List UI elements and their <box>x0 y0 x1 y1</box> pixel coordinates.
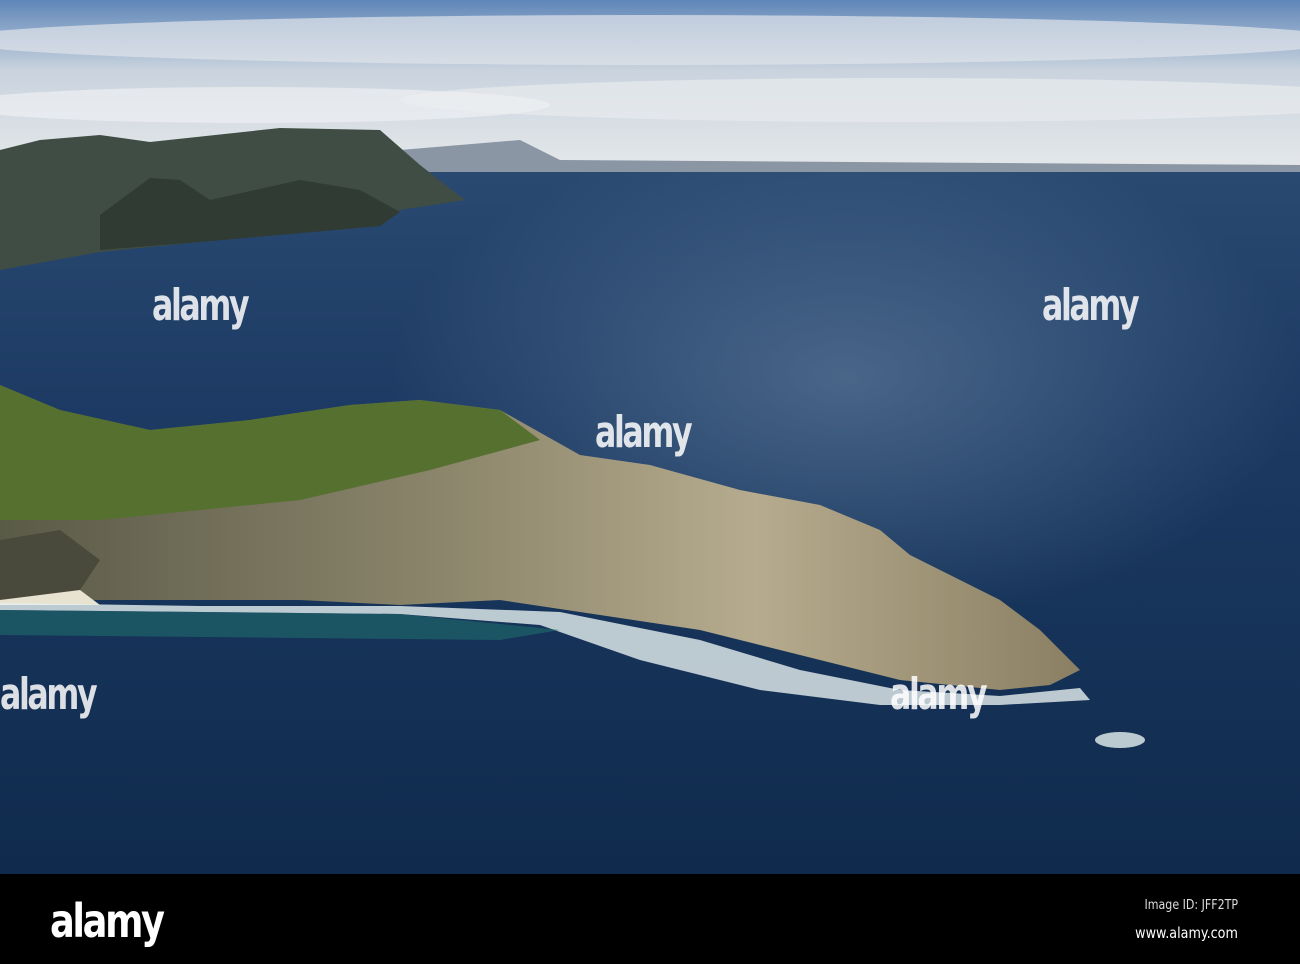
watermark: alamy <box>152 280 250 331</box>
image-id: Image ID: JFF2TP <box>1144 898 1238 913</box>
watermark: alamy <box>1042 280 1140 331</box>
alamy-logo: alamy <box>50 894 165 948</box>
watermark: alamy <box>0 669 98 720</box>
site-url: www.alamy.com <box>1135 924 1238 942</box>
watermark: alamy <box>595 407 693 458</box>
footer-bar: alamy Image ID: JFF2TP www.alamy.com <box>0 874 1300 964</box>
watermark: alamy <box>890 669 988 720</box>
